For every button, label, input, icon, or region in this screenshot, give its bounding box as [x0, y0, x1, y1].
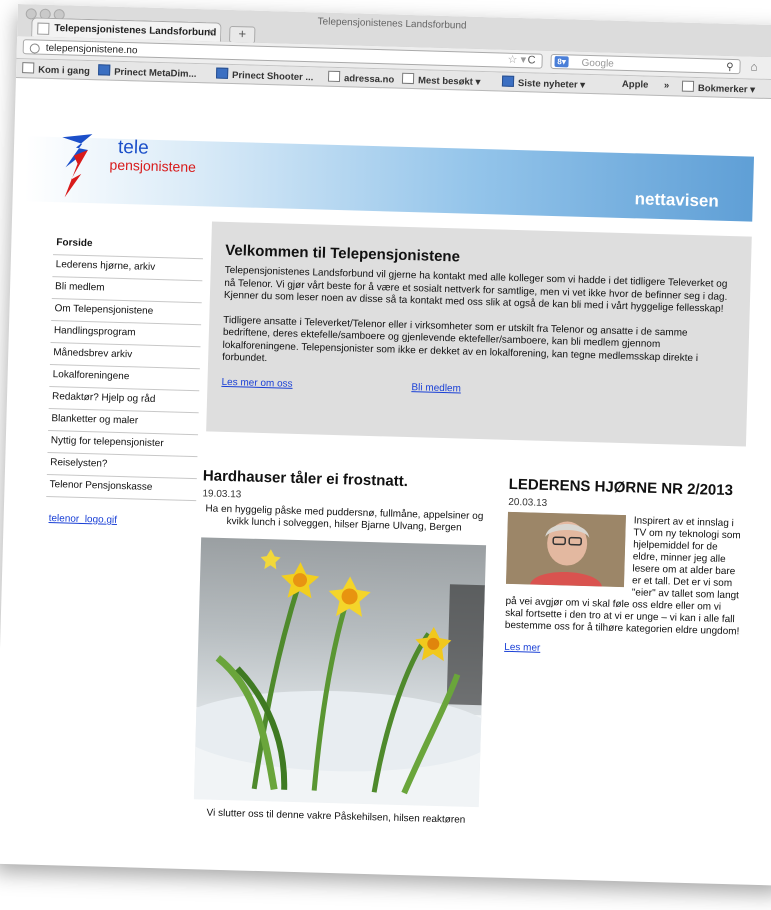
search-input[interactable]: 8▾ Google ⚲ [550, 53, 741, 75]
search-icon[interactable]: ⚲ [726, 60, 734, 75]
article-lederens-hjorne: LEDERENS HJØRNE NR 2/2013 20.03.13 Inspi… [504, 476, 744, 659]
bookmarks-overflow-chevron[interactable]: » [664, 80, 670, 91]
lightning-logo-icon [62, 134, 93, 198]
bookmark-prinect-shooter[interactable]: Prinect Shooter ... [215, 67, 314, 83]
bookmark-kom-i-gang[interactable]: Kom i gang [22, 62, 90, 77]
welcome-paragraph-1: Telepensjonistenes Landsforbund vil gjer… [223, 264, 728, 315]
article-intro: Ha en hyggelig påske med puddersnø, full… [205, 503, 484, 534]
page-icon [22, 62, 35, 74]
globe-icon [29, 43, 40, 54]
bookmark-bokmerker[interactable]: Bokmerker ▾ [681, 80, 755, 96]
read-more-link[interactable]: Les mer [504, 642, 739, 660]
bookmark-siste-nyheter[interactable]: Siste nyheter ▾ [501, 75, 585, 91]
google-icon[interactable]: 8▾ [554, 56, 569, 68]
photo-caption: Vi slutter oss til denne vakre Påskehils… [206, 807, 466, 826]
logo-text-pensjonistene: pensjonistene [109, 156, 197, 176]
welcome-paragraph-2: Tidligere ansatte i Televerket/Telenor e… [222, 314, 699, 365]
sidebar-item-telenor-pensjonskasse[interactable]: Telenor Pensjonskasse [46, 474, 197, 502]
portrait-illustration [505, 511, 626, 588]
app-icon [215, 67, 229, 79]
rss-icon [501, 75, 515, 87]
bookmark-adressa[interactable]: adressa.no [327, 70, 395, 86]
app-icon [98, 64, 111, 76]
star-icon[interactable]: ☆ ▾ [507, 53, 526, 69]
header-title: nettavisen [634, 189, 720, 211]
website: nettavisen tele pensjonistene Forside Le… [7, 84, 768, 864]
daffodil-photo [193, 537, 487, 808]
daffodil-illustration [193, 549, 487, 808]
bookmarks-icon [681, 80, 695, 92]
page-icon [37, 22, 50, 35]
sidebar-nav: Forside Lederens hjørne, arkiv Bli medle… [46, 233, 204, 502]
read-more-about-us-link[interactable]: Les mer om oss [221, 376, 292, 389]
article-date: 20.03.13 [508, 496, 548, 509]
tab-label: Telepensjonistenes Landsforbund [54, 23, 217, 39]
screenshot-stage: Telepensjonistenes Landsforbund Telepens… [0, 0, 771, 910]
site-logo[interactable]: tele pensjonistene [51, 129, 223, 206]
site-icon [327, 70, 341, 83]
folder-icon [401, 72, 415, 85]
telenor-logo-link[interactable]: telenor_logo.gif [48, 513, 117, 526]
article-frost: Hardhauser tåler ei frostnatt. 19.03.13 … [193, 467, 488, 827]
article-title[interactable]: LEDERENS HJØRNE NR 2/2013 [509, 476, 744, 500]
welcome-links: Les mer om oss Bli medlem [221, 376, 733, 404]
bookmark-apple[interactable]: Apple [610, 79, 649, 91]
search-placeholder: Google [581, 57, 614, 70]
browser-window: Telepensjonistenes Landsforbund Telepens… [0, 4, 771, 886]
welcome-box: Velkommen til Telepensjonistene Telepens… [206, 221, 752, 447]
home-icon[interactable]: ⌂ [750, 59, 758, 73]
apple-icon [610, 79, 618, 88]
window-title: Telepensjonistenes Landsforbund [317, 16, 467, 32]
bookmark-prinect-metadim[interactable]: Prinect MetaDim... [98, 64, 197, 80]
close-tab-icon[interactable]: × [208, 23, 215, 42]
portrait-photo [505, 511, 626, 588]
reload-icon[interactable]: C [527, 53, 535, 68]
url-text: telepensjonistene.no [45, 42, 138, 57]
become-member-link[interactable]: Bli medlem [411, 382, 461, 394]
bookmark-mest-besokt[interactable]: Mest besøkt ▾ [401, 72, 481, 88]
new-tab-button[interactable]: + [228, 25, 256, 44]
